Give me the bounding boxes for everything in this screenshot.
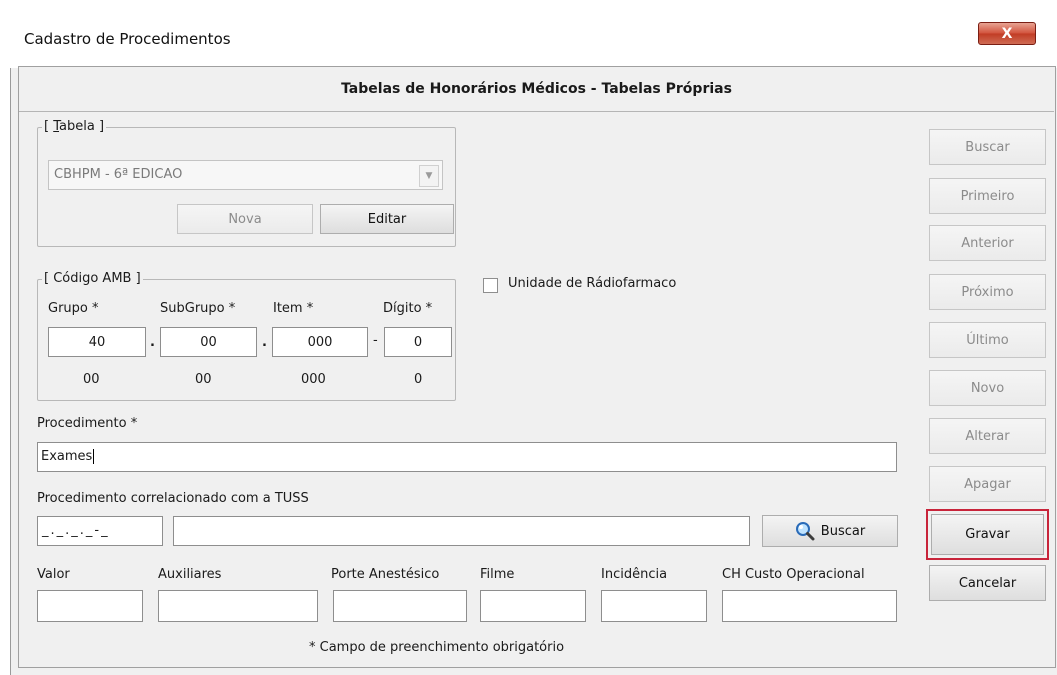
- grupo-label: Grupo *: [48, 301, 99, 316]
- tuss-label: Procedimento correlacionado com a TUSS: [37, 491, 309, 506]
- separator-dot: .: [150, 335, 155, 350]
- porte-anestesico-input[interactable]: [333, 590, 467, 622]
- editar-button[interactable]: Editar: [320, 204, 454, 234]
- ch-custo-operacional-input[interactable]: [722, 590, 897, 622]
- auxiliares-label: Auxiliares: [158, 567, 222, 582]
- alterar-button[interactable]: Alterar: [929, 418, 1046, 454]
- tuss-code-mask: _._._._-_: [42, 523, 110, 538]
- grupo-display: 00: [83, 372, 100, 387]
- codigo-amb-legend: [ Código AMB ]: [42, 271, 143, 286]
- primeiro-label: Primeiro: [960, 188, 1015, 204]
- editar-label: Editar: [367, 211, 407, 227]
- incidencia-label: Incidência: [601, 567, 668, 582]
- tuss-code-input[interactable]: _._._._-_: [37, 516, 163, 546]
- tuss-buscar-button[interactable]: Buscar: [762, 515, 898, 547]
- procedimento-value: Exames: [41, 449, 95, 464]
- item-display: 000: [301, 372, 326, 387]
- chevron-down-icon[interactable]: ▼: [419, 165, 439, 187]
- filme-label: Filme: [480, 567, 515, 582]
- digito-input[interactable]: 0: [384, 327, 452, 357]
- nova-label: Nova: [228, 211, 262, 227]
- digito-label: Dígito *: [383, 301, 433, 316]
- radiofarmaco-label: Unidade de Rádiofarmaco: [508, 276, 677, 291]
- porte-anestesico-label: Porte Anestésico: [331, 567, 440, 582]
- apagar-label: Apagar: [964, 476, 1011, 492]
- valor-input[interactable]: [37, 590, 143, 622]
- filme-input[interactable]: [480, 590, 586, 622]
- tabela-selected-value: CBHPM - 6ª EDICAO: [54, 167, 183, 182]
- close-button[interactable]: X: [978, 22, 1036, 45]
- separator-dash: -: [373, 333, 378, 348]
- subgrupo-input[interactable]: 00: [160, 327, 257, 357]
- item-input[interactable]: 000: [272, 327, 368, 357]
- cancelar-label: Cancelar: [958, 575, 1017, 591]
- required-fields-note: * Campo de preenchimento obrigatório: [309, 640, 565, 655]
- tuss-buscar-label: Buscar: [820, 523, 866, 539]
- cancelar-button[interactable]: Cancelar: [929, 565, 1046, 601]
- valor-label: Valor: [37, 567, 70, 582]
- anterior-label: Anterior: [961, 235, 1014, 251]
- ultimo-label: Último: [966, 332, 1009, 348]
- ultimo-button[interactable]: Último: [929, 322, 1046, 358]
- nova-button[interactable]: Nova: [177, 204, 313, 234]
- auxiliares-input[interactable]: [158, 590, 318, 622]
- separator-dot: .: [262, 335, 267, 350]
- subgrupo-label: SubGrupo *: [160, 301, 236, 316]
- proximo-button[interactable]: Próximo: [929, 274, 1046, 310]
- item-label: Item *: [273, 301, 314, 316]
- buscar-button[interactable]: Buscar: [929, 129, 1046, 165]
- tabela-select[interactable]: CBHPM - 6ª EDICAO ▼: [48, 160, 443, 190]
- subgrupo-display: 00: [195, 372, 212, 387]
- novo-label: Novo: [970, 380, 1005, 396]
- tabela-legend: [ Tabela ]: [42, 119, 107, 134]
- anterior-button[interactable]: Anterior: [929, 225, 1046, 261]
- window-title: Cadastro de Procedimentos: [24, 30, 231, 48]
- procedimento-input[interactable]: Exames: [37, 442, 897, 472]
- tuss-description-input[interactable]: [173, 516, 750, 546]
- procedimento-label: Procedimento *: [37, 416, 138, 431]
- search-icon: [795, 521, 815, 541]
- proximo-label: Próximo: [961, 284, 1014, 300]
- novo-button[interactable]: Novo: [929, 370, 1046, 406]
- close-icon: X: [1001, 25, 1013, 42]
- alterar-label: Alterar: [965, 428, 1010, 444]
- grupo-input[interactable]: 40: [48, 327, 146, 357]
- radiofarmaco-checkbox[interactable]: [483, 278, 498, 293]
- gravar-highlight-box: [926, 509, 1049, 560]
- digito-display: 0: [414, 372, 423, 387]
- page-title: Tabelas de Honorários Médicos - Tabelas …: [19, 67, 1054, 112]
- buscar-label: Buscar: [965, 139, 1010, 155]
- primeiro-button[interactable]: Primeiro: [929, 178, 1046, 214]
- ch-custo-operacional-label: CH Custo Operacional: [722, 567, 865, 582]
- apagar-button[interactable]: Apagar: [929, 466, 1046, 502]
- incidencia-input[interactable]: [601, 590, 707, 622]
